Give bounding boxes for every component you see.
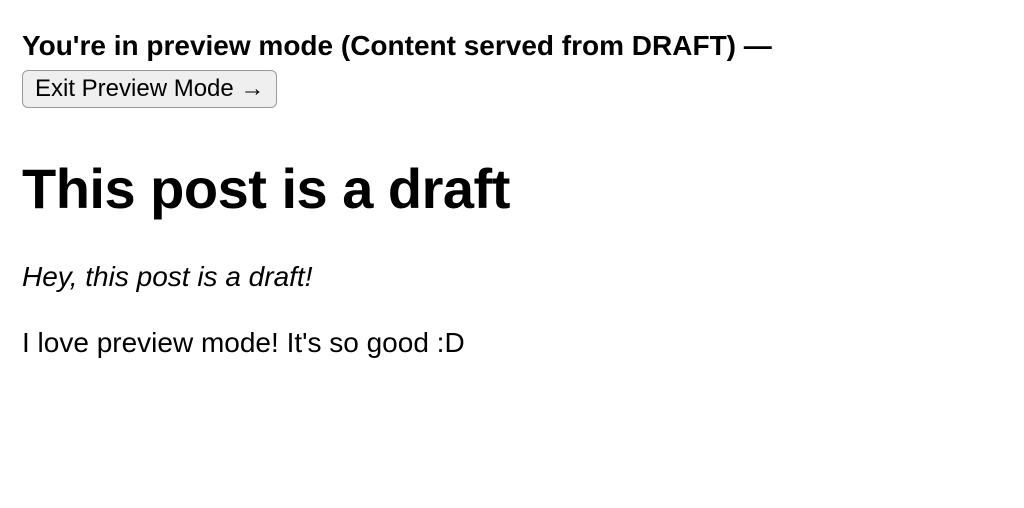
post-body: I love preview mode! It's so good :D	[22, 327, 1002, 359]
post-title: This post is a draft	[22, 156, 1002, 221]
preview-mode-banner: You're in preview mode (Content served f…	[22, 28, 1002, 108]
exit-preview-button[interactable]: Exit Preview Mode →	[22, 70, 277, 108]
preview-mode-message: You're in preview mode (Content served f…	[22, 28, 1002, 64]
post-intro: Hey, this post is a draft!	[22, 261, 1002, 293]
